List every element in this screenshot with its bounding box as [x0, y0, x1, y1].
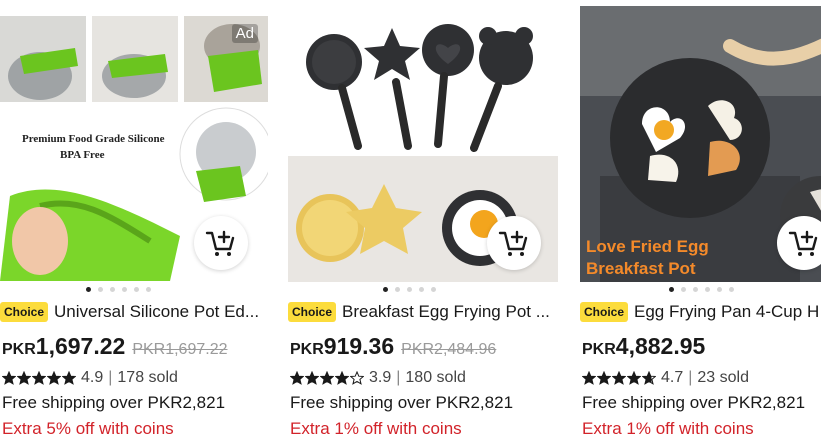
- price-row: PKR 1,697.22 PKR1,697.22: [2, 333, 228, 360]
- product-title[interactable]: Universal Silicone Pot Ed...: [54, 302, 259, 322]
- add-to-cart-button[interactable]: [777, 216, 821, 270]
- star-icon: [612, 371, 626, 385]
- product-title-row[interactable]: Choice Universal Silicone Pot Ed...: [0, 302, 282, 322]
- carousel-dots[interactable]: [383, 287, 436, 293]
- coins-offer: Extra 1% off with coins: [582, 419, 754, 438]
- shipping-info: Free shipping over PKR2,821: [290, 393, 514, 412]
- price: 4,882.95: [615, 333, 706, 359]
- star-icon: [350, 371, 364, 385]
- choice-badge: Choice: [288, 302, 337, 322]
- star-icon: [642, 371, 656, 385]
- star-icon: [32, 371, 46, 385]
- coins-offer: Extra 5% off with coins: [2, 419, 174, 438]
- product-card[interactable]: Choice Breakfast Egg Frying Pot ... PKR …: [288, 0, 570, 441]
- original-price: PKR2,484.96: [401, 341, 497, 358]
- image-caption-2: BPA Free: [60, 149, 105, 161]
- sold-count: 23 sold: [697, 369, 749, 386]
- divider: |: [396, 369, 401, 386]
- coins-offer: Extra 1% off with coins: [290, 419, 462, 438]
- star-icon: [47, 371, 61, 385]
- star-rating-icon: [290, 371, 365, 385]
- star-icon: [335, 371, 349, 385]
- image-caption: Premium Food Grade Silicone: [22, 133, 165, 145]
- carousel-dots[interactable]: [669, 287, 734, 293]
- star-icon: [62, 371, 76, 385]
- price-currency: PKR: [582, 341, 616, 358]
- sold-count: 180 sold: [405, 369, 466, 386]
- product-image[interactable]: Premium Food Grade Silicone BPA Free Ad: [0, 6, 268, 282]
- price: 1,697.22: [35, 333, 126, 359]
- rating-value: 4.7: [661, 369, 684, 386]
- price-currency: PKR: [2, 341, 36, 358]
- product-title-row[interactable]: Choice Egg Frying Pan 4-Cup H: [580, 302, 821, 322]
- rating-value: 3.9: [369, 369, 392, 386]
- choice-badge: Choice: [0, 302, 49, 322]
- star-icon: [320, 371, 334, 385]
- price-row: PKR 919.36 PKR2,484.96: [290, 333, 496, 360]
- star-icon: [597, 371, 611, 385]
- product-title[interactable]: Breakfast Egg Frying Pot ...: [342, 302, 550, 322]
- add-cart-icon: [205, 230, 235, 256]
- shipping-info: Free shipping over PKR2,821: [2, 393, 226, 412]
- rating-row: 4.7 | 23 sold: [582, 369, 749, 387]
- star-icon: [627, 371, 641, 385]
- add-to-cart-button[interactable]: [487, 216, 541, 270]
- star-rating-icon: [582, 371, 657, 385]
- star-icon: [17, 371, 31, 385]
- product-card[interactable]: Premium Food Grade Silicone BPA Free Ad …: [0, 0, 282, 441]
- original-price: PKR1,697.22: [132, 341, 228, 358]
- image-caption-2: Breakfast Pot: [586, 259, 696, 278]
- product-title[interactable]: Egg Frying Pan 4-Cup H: [634, 302, 819, 322]
- product-image[interactable]: Love Fried Egg Breakfast Pot: [580, 6, 821, 282]
- add-cart-icon: [498, 230, 528, 256]
- choice-badge: Choice: [580, 302, 629, 322]
- star-icon: [2, 371, 16, 385]
- divider: |: [108, 369, 113, 386]
- add-cart-icon: [788, 230, 818, 256]
- rating-row: 3.9 | 180 sold: [290, 369, 466, 387]
- divider: |: [688, 369, 693, 386]
- rating-value: 4.9: [81, 369, 104, 386]
- price-currency: PKR: [290, 341, 324, 358]
- ad-badge: Ad: [231, 24, 258, 43]
- price: 919.36: [323, 333, 395, 359]
- star-rating-icon: [2, 371, 77, 385]
- product-image[interactable]: [288, 6, 558, 282]
- star-icon: [582, 371, 596, 385]
- star-icon: [305, 371, 319, 385]
- image-caption: Love Fried Egg: [586, 237, 709, 256]
- carousel-dots[interactable]: [86, 287, 151, 293]
- star-icon: [290, 371, 304, 385]
- rating-row: 4.9 | 178 sold: [2, 369, 178, 387]
- shipping-info: Free shipping over PKR2,821: [582, 393, 806, 412]
- add-to-cart-button[interactable]: [194, 216, 248, 270]
- sold-count: 178 sold: [117, 369, 178, 386]
- price-row: PKR 4,882.95: [582, 333, 705, 360]
- product-card[interactable]: Love Fried Egg Breakfast Pot Choice Egg …: [580, 0, 821, 441]
- product-title-row[interactable]: Choice Breakfast Egg Frying Pot ...: [288, 302, 570, 322]
